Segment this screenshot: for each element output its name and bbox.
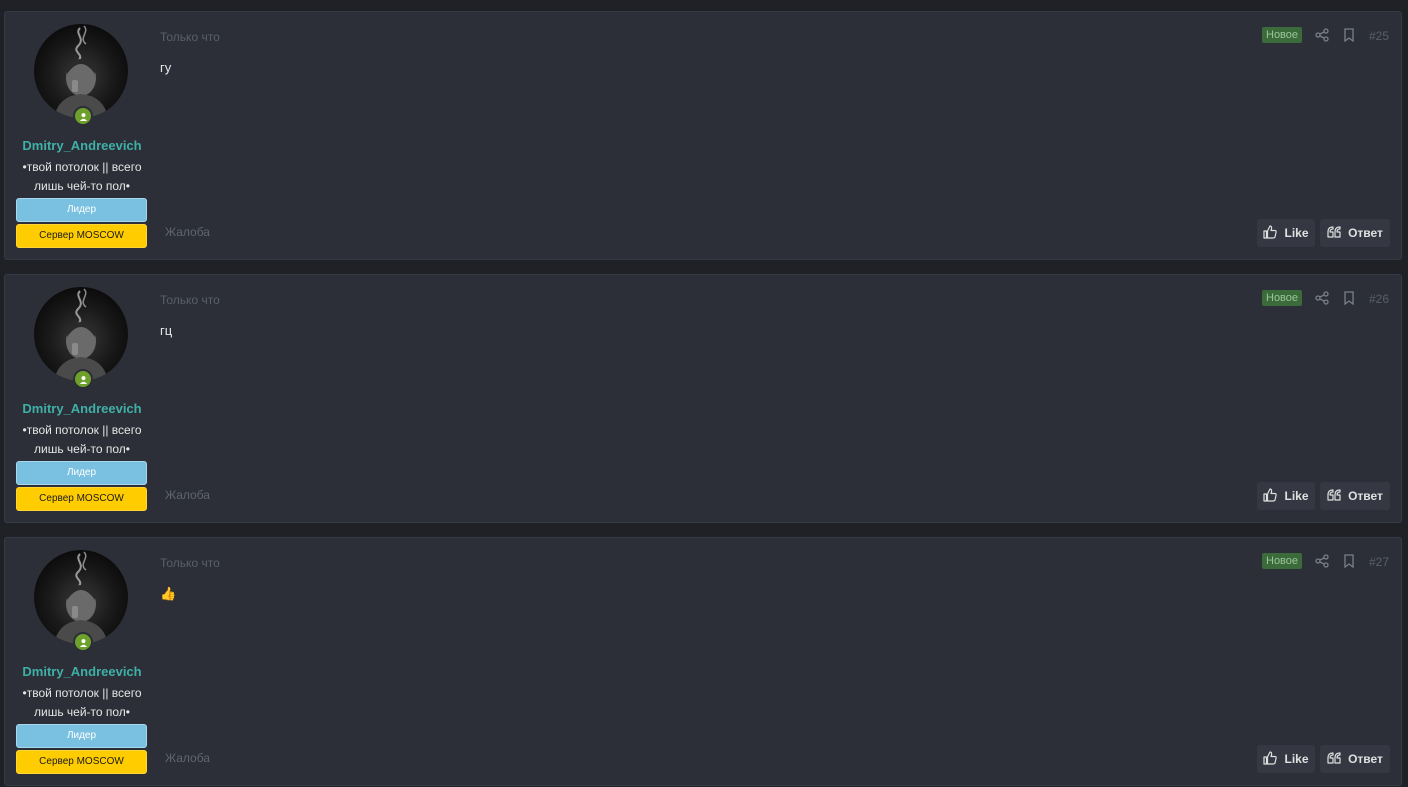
like-label: Like xyxy=(1284,489,1309,503)
report-link[interactable]: Жалоба xyxy=(165,488,210,502)
post-timestamp[interactable]: Только что xyxy=(160,293,220,307)
new-badge: Новое xyxy=(1262,290,1303,306)
bookmark-icon[interactable] xyxy=(1343,554,1355,573)
username[interactable]: Dmitry_Andreevich xyxy=(5,401,159,416)
reply-button[interactable]: Ответ xyxy=(1320,745,1390,773)
reply-label: Ответ xyxy=(1348,226,1383,240)
like-button[interactable]: Like xyxy=(1257,745,1315,773)
reply-label: Ответ xyxy=(1348,752,1383,766)
online-status-icon xyxy=(73,632,93,652)
server-banner: Сервер MOSCOW xyxy=(16,487,147,511)
username[interactable]: Dmitry_Andreevich xyxy=(5,664,159,679)
avatar[interactable] xyxy=(34,24,128,118)
thumbs-up-icon xyxy=(1263,224,1278,242)
server-banner: Сервер MOSCOW xyxy=(16,750,147,774)
post-27: Dmitry_Andreevich •твой потолок || всего… xyxy=(4,537,1402,786)
new-badge: Новое xyxy=(1262,27,1303,43)
post-26: Dmitry_Andreevich •твой потолок || всего… xyxy=(4,274,1402,523)
user-info: Dmitry_Andreevich •твой потолок || всего… xyxy=(5,275,159,522)
bookmark-icon[interactable] xyxy=(1343,28,1355,47)
reply-label: Ответ xyxy=(1348,489,1383,503)
post-timestamp[interactable]: Только что xyxy=(160,556,220,570)
role-banner: Лидер xyxy=(16,461,147,485)
share-icon[interactable] xyxy=(1315,28,1329,47)
avatar[interactable] xyxy=(34,287,128,381)
thumbs-up-icon xyxy=(1263,487,1278,505)
thumbs-up-icon xyxy=(1263,750,1278,768)
like-button[interactable]: Like xyxy=(1257,482,1315,510)
report-link[interactable]: Жалоба xyxy=(165,751,210,765)
post-number[interactable]: #25 xyxy=(1369,29,1389,43)
report-link[interactable]: Жалоба xyxy=(165,225,210,239)
user-info: Dmitry_Andreevich •твой потолок || всего… xyxy=(5,12,159,259)
server-banner: Сервер MOSCOW xyxy=(16,224,147,248)
quote-icon xyxy=(1327,225,1341,241)
online-status-icon xyxy=(73,369,93,389)
bookmark-icon[interactable] xyxy=(1343,291,1355,310)
post-number[interactable]: #26 xyxy=(1369,292,1389,306)
share-icon[interactable] xyxy=(1315,554,1329,573)
avatar[interactable] xyxy=(34,550,128,644)
user-info: Dmitry_Andreevich •твой потолок || всего… xyxy=(5,538,159,785)
post-25: Dmitry_Andreevich •твой потолок || всего… xyxy=(4,11,1402,260)
quote-icon xyxy=(1327,751,1341,767)
user-title: •твой потолок || всего лишь чей-то пол• xyxy=(22,160,142,193)
post-timestamp[interactable]: Только что xyxy=(160,30,220,44)
user-title: •твой потолок || всего лишь чей-то пол• xyxy=(22,686,142,719)
user-title: •твой потолок || всего лишь чей-то пол• xyxy=(22,423,142,456)
reply-button[interactable]: Ответ xyxy=(1320,219,1390,247)
post-message: 👍 xyxy=(160,586,177,601)
reply-button[interactable]: Ответ xyxy=(1320,482,1390,510)
role-banner: Лидер xyxy=(16,198,147,222)
like-label: Like xyxy=(1284,752,1309,766)
role-banner: Лидер xyxy=(16,724,147,748)
like-button[interactable]: Like xyxy=(1257,219,1315,247)
post-message: гц xyxy=(160,323,173,338)
like-label: Like xyxy=(1284,226,1309,240)
username[interactable]: Dmitry_Andreevich xyxy=(5,138,159,153)
post-message: гу xyxy=(160,60,172,75)
online-status-icon xyxy=(73,106,93,126)
quote-icon xyxy=(1327,488,1341,504)
post-number[interactable]: #27 xyxy=(1369,555,1389,569)
new-badge: Новое xyxy=(1262,553,1303,569)
share-icon[interactable] xyxy=(1315,291,1329,310)
